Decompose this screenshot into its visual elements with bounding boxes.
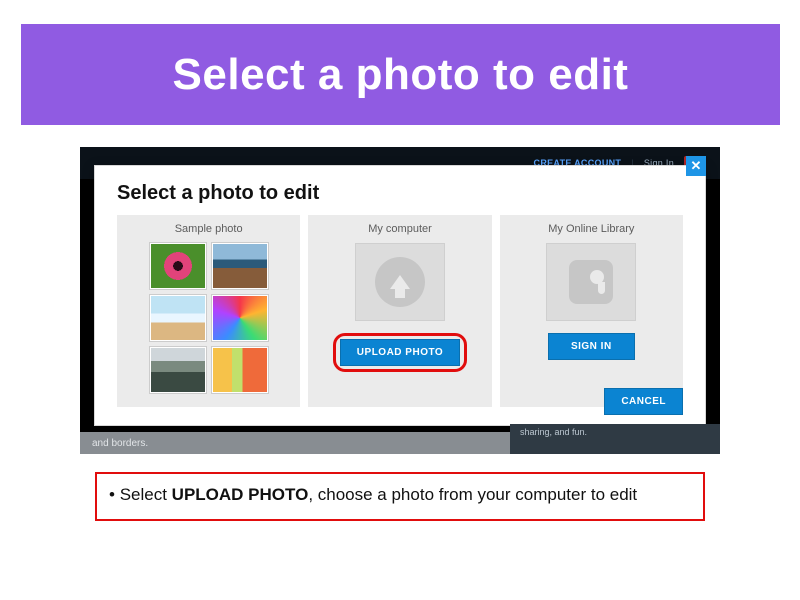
sample-thumb-colorful[interactable] [212, 295, 268, 341]
upload-arrow-icon [390, 275, 410, 289]
bg-footer-right-line2: sharing, and fun. [520, 426, 710, 438]
dialog-panels: Sample photo My computer [95, 215, 705, 407]
dialog-title: Select a photo to edit [95, 166, 705, 215]
sample-thumb-flowers[interactable] [212, 347, 268, 393]
sample-thumb-boats[interactable] [212, 243, 268, 289]
screenshot-frame: CREATE ACCOUNT | Sign In ✕ Select a phot… [80, 147, 720, 454]
instruction-strong: UPLOAD PHOTO [172, 485, 309, 504]
panel-my-computer: My computer UPLOAD PHOTO [308, 215, 491, 407]
instruction-lead: Select [120, 485, 167, 504]
sample-thumb-mountain[interactable] [150, 347, 206, 393]
title-banner: Select a photo to edit [21, 24, 780, 125]
screenshot-inner: CREATE ACCOUNT | Sign In ✕ Select a phot… [80, 147, 720, 454]
bg-footer-left: and borders. [80, 432, 510, 454]
close-button[interactable]: ✕ [686, 156, 706, 176]
sample-thumbs [125, 243, 292, 393]
panel-sample-title: Sample photo [125, 223, 292, 235]
library-icon-box [546, 243, 636, 321]
panel-sample-photo: Sample photo [117, 215, 300, 407]
sample-thumb-flower[interactable] [150, 243, 206, 289]
highlight-oval: UPLOAD PHOTO [333, 333, 467, 372]
upload-icon-box [355, 243, 445, 321]
panel-upload-title: My computer [316, 223, 483, 235]
panel-online-library: My Online Library SIGN IN [500, 215, 683, 407]
bullet: • [109, 485, 115, 504]
library-icon [569, 260, 613, 304]
slide-title: Select a photo to edit [173, 50, 629, 100]
close-icon: ✕ [691, 158, 702, 174]
bg-footer-right: sharing, and fun. [510, 424, 720, 454]
library-signin-button[interactable]: SIGN IN [548, 333, 635, 360]
cancel-button[interactable]: CANCEL [604, 388, 683, 415]
sample-thumb-beach[interactable] [150, 295, 206, 341]
instruction-box: • Select UPLOAD PHOTO, choose a photo fr… [95, 472, 705, 521]
select-photo-dialog: ✕ Select a photo to edit Sample photo [94, 165, 706, 426]
slide: Select a photo to edit CREATE ACCOUNT | … [0, 0, 800, 600]
instruction-rest: , choose a photo from your computer to e… [308, 485, 637, 504]
dialog-footer: CANCEL [604, 388, 683, 415]
panel-library-title: My Online Library [508, 223, 675, 235]
upload-icon [375, 257, 425, 307]
upload-photo-button[interactable]: UPLOAD PHOTO [340, 339, 460, 366]
